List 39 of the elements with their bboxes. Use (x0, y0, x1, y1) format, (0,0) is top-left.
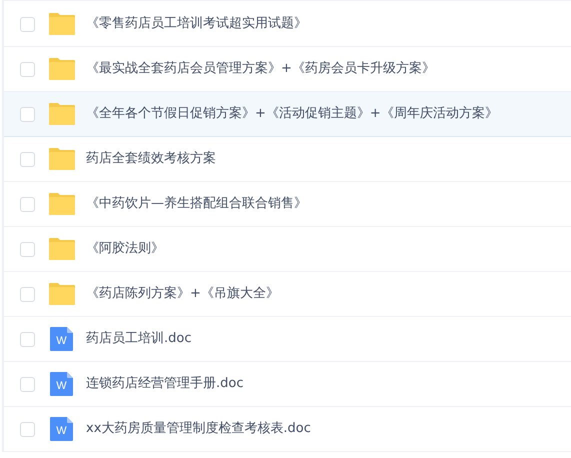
checkbox[interactable] (20, 106, 35, 122)
file-row[interactable]: W 连锁药店经营管理手册.doc (4, 362, 571, 407)
file-row[interactable]: W 药店员工培训.doc (4, 317, 571, 362)
folder-icon (48, 12, 76, 36)
file-row[interactable]: W xx大药房质量管理制度检查考核表.doc (4, 407, 571, 452)
folder-icon (48, 57, 76, 81)
file-row[interactable]: 《零售药店员工培训考试超实用试题》 (4, 2, 571, 47)
word-document-icon: W (48, 327, 76, 351)
checkbox[interactable] (20, 62, 35, 76)
file-name[interactable]: 《零售药店员工培训考试超实用试题》 (86, 14, 307, 34)
word-document-icon: W (48, 417, 76, 441)
folder-icon (48, 282, 76, 306)
file-row[interactable]: 药店全套绩效考核方案 (4, 137, 571, 182)
folder-icon (48, 237, 76, 261)
file-name[interactable]: 药店员工培训.doc (86, 329, 192, 349)
folder-icon (48, 102, 76, 126)
file-row[interactable]: 《药店陈列方案》+《吊旗大全》 (4, 272, 571, 317)
checkbox[interactable] (20, 332, 35, 346)
word-document-icon: W (48, 372, 76, 396)
folder-icon (48, 192, 76, 216)
checkbox[interactable] (20, 242, 35, 256)
checkbox[interactable] (20, 376, 35, 392)
file-name[interactable]: 《中药饮片—养生搭配组合联合销售》 (86, 194, 307, 214)
file-name[interactable]: 连锁药店经营管理手册.doc (86, 374, 244, 394)
checkbox[interactable] (20, 16, 35, 32)
checkbox[interactable] (20, 286, 35, 302)
file-row-highlighted[interactable]: 《全年各个节假日促销方案》+《活动促销主题》+《周年庆活动方案》 (4, 92, 571, 137)
folder-icon (48, 147, 76, 171)
file-name[interactable]: xx大药房质量管理制度检查考核表.doc (86, 419, 311, 439)
file-name[interactable]: 《最实战全套药店会员管理方案》+《药房会员卡升级方案》 (86, 59, 435, 79)
file-name[interactable]: 药店全套绩效考核方案 (86, 149, 216, 169)
file-name[interactable]: 《药店陈列方案》+《吊旗大全》 (86, 284, 279, 304)
file-name[interactable]: 《全年各个节假日促销方案》+《活动促销主题》+《周年庆活动方案》 (86, 104, 498, 124)
file-name[interactable]: 《阿胶法则》 (86, 239, 164, 259)
checkbox[interactable] (20, 196, 35, 212)
file-row[interactable]: 《中药饮片—养生搭配组合联合销售》 (4, 182, 571, 227)
checkbox[interactable] (20, 422, 35, 436)
checkbox[interactable] (20, 152, 35, 166)
file-row[interactable]: 《阿胶法则》 (4, 227, 571, 272)
